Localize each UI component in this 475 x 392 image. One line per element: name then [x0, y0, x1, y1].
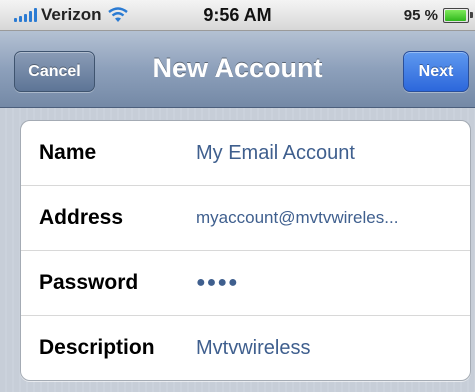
description-field[interactable]: Mvtvwireless	[196, 316, 310, 380]
address-label: Address	[39, 206, 124, 229]
status-bar: Verizon 9:56 AM 95 %	[0, 0, 475, 31]
password-field[interactable]: ●●●●	[196, 251, 239, 315]
content-area: Name My Email Account Address myaccount@…	[0, 108, 475, 392]
battery-icon	[443, 7, 473, 23]
description-label: Description	[39, 336, 155, 359]
battery-percent: 95 %	[403, 6, 438, 24]
name-row[interactable]: Name My Email Account	[21, 121, 470, 186]
password-row[interactable]: Password ●●●●	[21, 251, 470, 316]
address-field[interactable]: myaccount@mvtvwireles...	[196, 186, 398, 250]
battery-fill	[445, 9, 466, 21]
description-row[interactable]: Description Mvtvwireless	[21, 316, 470, 380]
name-field[interactable]: My Email Account	[196, 121, 355, 185]
account-form: Name My Email Account Address myaccount@…	[20, 120, 471, 381]
password-label: Password	[39, 271, 139, 294]
address-row[interactable]: Address myaccount@mvtvwireles...	[21, 186, 470, 251]
battery-group: 95 %	[403, 5, 473, 25]
next-button[interactable]: Next	[403, 51, 469, 92]
navigation-bar: Cancel New Account Next	[0, 31, 475, 108]
name-label: Name	[39, 141, 97, 164]
